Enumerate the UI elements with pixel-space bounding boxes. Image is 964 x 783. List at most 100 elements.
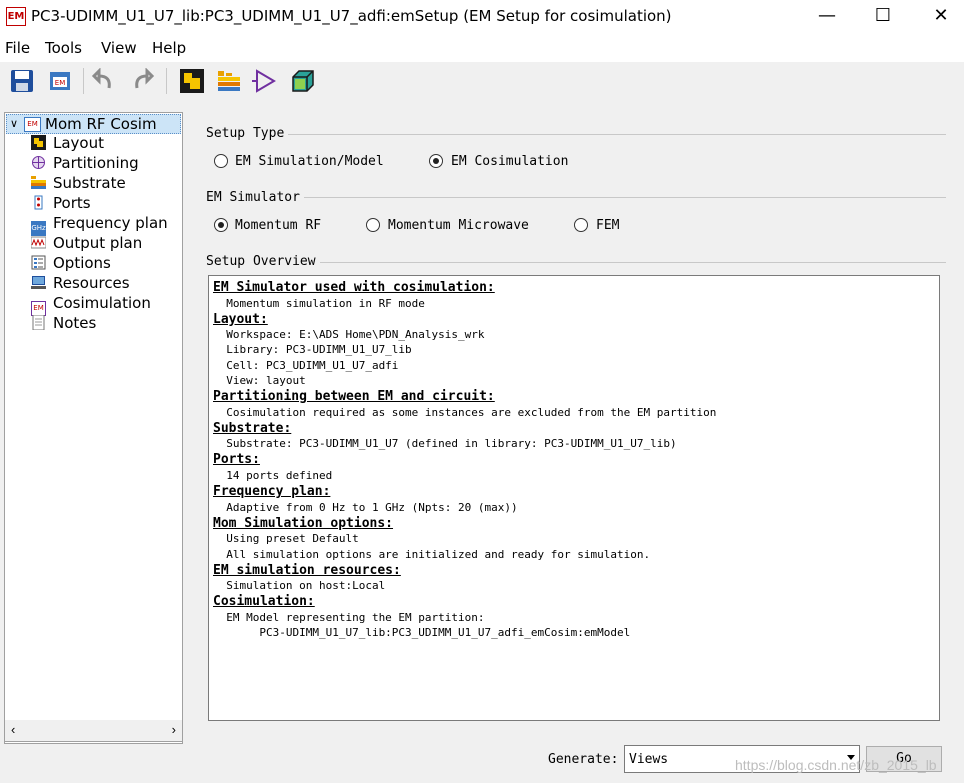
- generate-dropdown-value: Views: [629, 752, 669, 767]
- overview-line: Library: PC3-UDIMM_U1_U7_lib: [213, 343, 412, 357]
- overview-heading: Layout:: [213, 311, 268, 327]
- menu-tools[interactable]: Tools: [45, 39, 82, 57]
- overview-line: All simulation options are initialized a…: [213, 547, 651, 561]
- overview-line: Simulation on host:Local: [213, 579, 386, 593]
- substrate-icon: [31, 175, 46, 190]
- radio-fem[interactable]: [574, 218, 588, 232]
- radio-label-fem[interactable]: FEM: [596, 218, 619, 233]
- substrate-icon[interactable]: [216, 68, 242, 94]
- notes-icon: [31, 314, 46, 331]
- title-bar: EM PC3-UDIMM_U1_U7_lib:PC3_UDIMM_U1_U7_a…: [0, 0, 964, 34]
- tree-item-layout[interactable]: Layout: [31, 134, 104, 154]
- tree-item-substrate[interactable]: Substrate: [31, 174, 126, 194]
- tree-item-label: Output plan: [53, 234, 143, 252]
- tree-item-output-plan[interactable]: Output plan: [30, 234, 143, 254]
- partitioning-icon: [31, 155, 46, 170]
- radio-momentum-microwave[interactable]: [366, 218, 380, 232]
- overview-heading: Partitioning between EM and circuit:: [213, 389, 495, 404]
- tree-item-ports[interactable]: Ports: [31, 194, 91, 214]
- generate-label: Generate:: [548, 752, 619, 767]
- overview-line: PC3-UDIMM_U1_U7_lib:PC3_UDIMM_U1_U7_adfi…: [213, 626, 631, 640]
- overview-line: 14 ports defined: [213, 468, 333, 482]
- collapse-icon[interactable]: ∨: [10, 117, 18, 130]
- setup-tree[interactable]: ∨ EM Mom RF Cosim Layout Partitioning Su…: [4, 112, 183, 744]
- overview-line: Momentum simulation in RF mode: [213, 296, 425, 310]
- tree-root-label: Mom RF Cosim: [45, 115, 157, 133]
- overview-heading: Substrate:: [213, 420, 292, 436]
- tree-item-label: Notes: [53, 314, 97, 332]
- em-simulator-label: EM Simulator: [206, 190, 304, 205]
- scroll-right-icon[interactable]: ›: [172, 722, 176, 737]
- minimize-button[interactable]: —: [798, 0, 856, 32]
- tree-item-label: Cosimulation: [53, 294, 151, 312]
- em-root-icon: EM: [24, 117, 41, 132]
- options-icon: [31, 255, 46, 270]
- tree-item-resources[interactable]: Resources: [31, 274, 130, 294]
- radio-em-cosimulation[interactable]: [429, 154, 443, 168]
- overview-line: Substrate: PC3-UDIMM_U1_U7 (defined in l…: [213, 437, 677, 451]
- tree-item-label: Ports: [53, 194, 91, 212]
- setup-overview-label: Setup Overview: [206, 254, 320, 269]
- menu-help[interactable]: Help: [152, 39, 186, 57]
- overview-line: Cosimulation required as some instances …: [213, 405, 717, 419]
- tree-item-notes[interactable]: Notes: [31, 314, 96, 334]
- layout-icon: [31, 135, 46, 150]
- tree-root-mom-rf-cosim[interactable]: ∨ EM Mom RF Cosim: [6, 114, 181, 134]
- app-icon: EM: [6, 7, 26, 26]
- radio-em-simulation-model[interactable]: [214, 154, 228, 168]
- menu-bar: File Tools View Help: [0, 34, 964, 62]
- undo-icon[interactable]: [91, 67, 117, 94]
- radio-label-momentum-microwave[interactable]: Momentum Microwave: [388, 218, 529, 233]
- radio-label-momentum-rf[interactable]: Momentum RF: [235, 218, 321, 233]
- setup-type-label: Setup Type: [206, 126, 289, 141]
- output-plan-icon: [30, 235, 47, 250]
- overview-line: View: layout: [213, 373, 306, 387]
- 3d-view-icon[interactable]: [290, 68, 316, 94]
- overview-line: Cell: PC3_UDIMM_U1_U7_adfi: [213, 358, 399, 372]
- maximize-button[interactable]: ☐: [854, 0, 912, 32]
- setup-type-divider: [206, 134, 946, 135]
- ports-icon: [31, 195, 46, 210]
- overview-heading: Ports:: [213, 452, 260, 468]
- tree-item-label: Substrate: [53, 174, 126, 192]
- overview-heading: EM Simulator used with cosimulation:: [213, 280, 495, 295]
- overview-line: Workspace: E:\ADS Home\PDN_Analysis_wrk: [213, 328, 485, 342]
- menu-file[interactable]: File: [5, 39, 30, 57]
- overview-line: EM Model representing the EM partition:: [213, 610, 485, 624]
- radio-label-em-cosimulation[interactable]: EM Cosimulation: [451, 154, 568, 169]
- window-title: PC3-UDIMM_U1_U7_lib:PC3_UDIMM_U1_U7_adfi…: [31, 7, 672, 25]
- save-to-em-icon[interactable]: EM: [47, 68, 73, 94]
- tree-item-frequency-plan[interactable]: GHz Frequency plan: [31, 214, 168, 236]
- tree-item-label: Partitioning: [53, 154, 139, 172]
- scroll-left-icon[interactable]: ‹: [11, 722, 15, 737]
- em-simulator-divider: [206, 197, 946, 198]
- watermark: https://blog.csdn.net/zb_2015_lb: [735, 757, 937, 773]
- radio-momentum-rf[interactable]: [214, 218, 228, 232]
- toolbar-separator: [83, 68, 84, 94]
- svg-text:EM: EM: [55, 79, 65, 87]
- toolbar: EM: [0, 62, 964, 100]
- tree-item-label: Frequency plan: [53, 214, 168, 232]
- tree-item-partitioning[interactable]: Partitioning: [31, 154, 139, 174]
- tree-item-label: Layout: [53, 134, 104, 152]
- overview-line: Using preset Default: [213, 532, 359, 546]
- save-icon[interactable]: [9, 68, 35, 94]
- overview-heading: Mom Simulation options:: [213, 515, 394, 531]
- close-button[interactable]: ✕: [912, 0, 964, 32]
- overview-line: Adaptive from 0 Hz to 1 GHz (Npts: 20 (m…: [213, 500, 518, 514]
- overview-heading: EM simulation resources:: [213, 562, 401, 578]
- tree-item-label: Resources: [53, 274, 130, 292]
- tree-item-options[interactable]: Options: [31, 254, 111, 274]
- tree-horizontal-scrollbar[interactable]: ‹ ›: [4, 720, 183, 742]
- menu-view[interactable]: View: [101, 39, 137, 57]
- layout-icon[interactable]: [179, 68, 205, 94]
- resources-icon: [31, 275, 46, 290]
- radio-label-em-simulation-model[interactable]: EM Simulation/Model: [235, 154, 384, 169]
- tree-item-cosimulation[interactable]: EM Cosimulation: [31, 294, 151, 316]
- port-icon[interactable]: [252, 68, 278, 94]
- overview-heading: Cosimulation:: [213, 594, 315, 610]
- overview-heading: Frequency plan:: [213, 484, 331, 500]
- redo-icon[interactable]: [129, 67, 155, 94]
- setup-overview-text[interactable]: EM Simulator used with cosimulation: Mom…: [208, 275, 940, 721]
- tree-item-label: Options: [53, 254, 111, 272]
